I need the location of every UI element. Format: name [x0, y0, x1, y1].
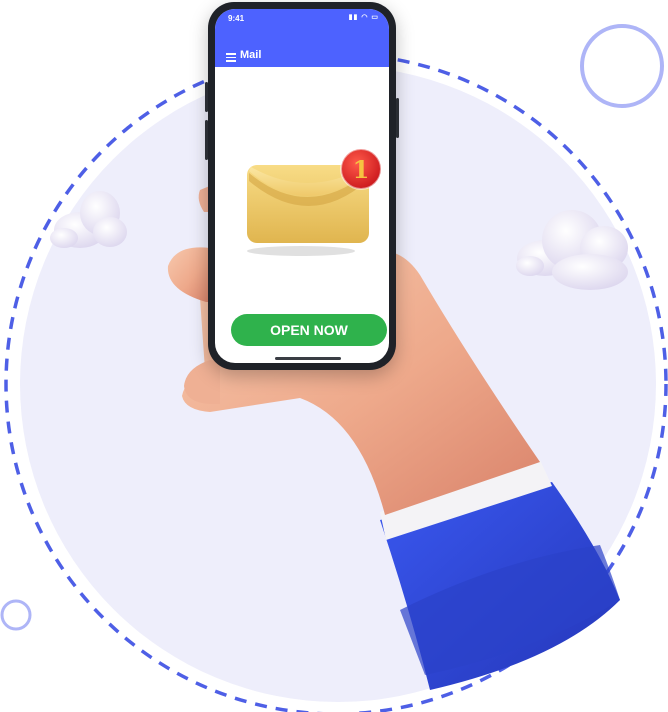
badge-count: 1	[353, 155, 370, 184]
status-bar: 9:41 ▮▮ ◠ ▭	[215, 9, 389, 29]
decorative-ring-large	[580, 24, 664, 108]
status-time: 9:41	[228, 14, 245, 23]
phone-screen: 9:41 ▮▮ ◠ ▭ Mail 1 OPEN NOW	[215, 9, 389, 363]
hamburger-menu-icon[interactable]	[226, 53, 236, 62]
envelope-icon: 1	[247, 148, 382, 256]
status-icons: ▮▮ ◠ ▭	[348, 14, 379, 21]
app-bar: Mail	[215, 29, 389, 67]
smartphone: 9:41 ▮▮ ◠ ▭ Mail 1 OPEN NOW	[205, 2, 399, 370]
app-title: Mail	[240, 49, 262, 61]
power-button	[396, 98, 399, 138]
decorative-ring-small	[0, 599, 32, 631]
volume-up-button	[205, 82, 208, 112]
open-now-button[interactable]: OPEN NOW	[231, 314, 387, 346]
notification-envelope[interactable]: 1	[237, 141, 387, 266]
cloud-left	[50, 191, 127, 248]
volume-down-button	[205, 120, 208, 160]
illustration-scene: 9:41 ▮▮ ◠ ▭ Mail 1 OPEN NOW	[0, 0, 668, 712]
home-indicator	[275, 357, 341, 360]
